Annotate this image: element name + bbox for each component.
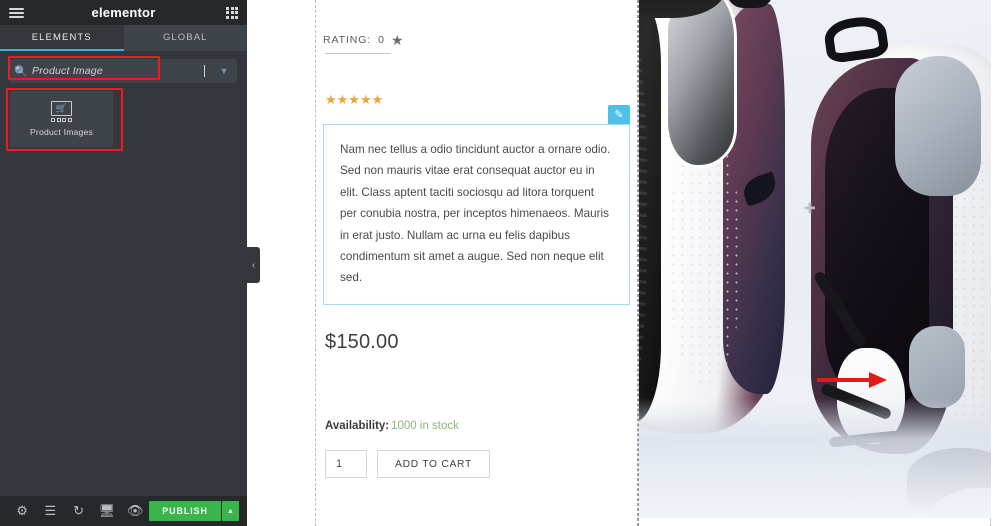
product-photo-sneakers[interactable]: ✚ [639,0,991,518]
tab-elements[interactable]: ELEMENTS [0,25,124,51]
rating-value: 0 [378,34,384,46]
text-editor-widget[interactable]: ✎ Nam nec tellus a odio tincidunt auctor… [323,105,630,305]
availability-label: Availability: [325,420,390,432]
apps-grid-icon[interactable] [226,6,238,19]
widget-results-list: 🛒 Product Images [0,89,247,496]
widget-search-area: 🔍 ▼ [0,51,247,89]
panel-collapse-handle[interactable]: ‹ [247,247,260,283]
search-icon: 🔍 [14,65,28,78]
caret-up-icon[interactable]: ▲ [221,501,239,521]
sneaker-left [639,0,785,434]
photo-floor-gradient [639,398,991,518]
star-filled-icon: ★ [390,32,404,48]
product-rating-widget[interactable]: RATING: 0 ★ [323,33,630,54]
star-rating-widget[interactable]: ★★★★★ [325,92,630,108]
elementor-logo: elementor [91,5,156,20]
add-to-cart-button[interactable]: ADD TO CART [377,450,490,478]
quantity-input[interactable]: 1 [325,450,367,478]
product-gallery-icon: 🛒 [51,101,72,122]
editor-canvas: RATING: 0 ★ ★★★★★ ✎ Nam nec tellus a odi… [247,0,1000,526]
tab-global[interactable]: GLOBAL [123,25,247,51]
search-row[interactable]: 🔍 ▼ [10,59,237,83]
settings-gear-icon[interactable]: ⚙ [8,503,36,519]
product-price: $150.00 [325,331,399,353]
responsive-mode-icon[interactable]: 🖥 [93,503,121,519]
hamburger-icon[interactable] [9,7,24,18]
elementor-panel: elementor ELEMENTS GLOBAL 🔍 ▼ 🛒 [0,0,247,526]
plus-icon: ✚ [804,200,816,216]
search-input[interactable] [32,65,204,77]
product-availability: Availability: 1000 in stock [325,420,630,432]
panel-header: elementor [0,0,247,25]
preview-eye-icon[interactable]: 👁 [121,503,149,519]
annotation-red-arrow [817,372,889,388]
chevron-down-icon[interactable]: ▼ [211,66,237,76]
widget-card-label: Product Images [30,126,93,137]
navigator-layers-icon[interactable]: ☰ [36,503,64,519]
panel-footer: ⚙ ☰ ↻ 🖥 👁 PUBLISH ▲ [0,496,247,526]
availability-stock: 1000 in stock [391,420,459,432]
product-info-column: RATING: 0 ★ ★★★★★ ✎ Nam nec tellus a odi… [316,0,637,526]
elementor-editor-window: elementor ELEMENTS GLOBAL 🔍 ▼ 🛒 [0,0,1000,526]
publish-button[interactable]: PUBLISH [149,501,221,521]
product-description-text: Nam nec tellus a odio tincidunt auctor a… [340,143,611,285]
pencil-edit-icon[interactable]: ✎ [608,105,630,124]
history-revisions-icon[interactable]: ↻ [65,503,93,519]
add-to-cart-widget: 1 ADD TO CART [325,450,630,478]
rating-underline [325,53,391,54]
widget-card-product-images[interactable]: 🛒 Product Images [10,91,113,147]
text-caret [204,65,205,77]
rating-label: RATING: [323,34,372,46]
product-image-column[interactable]: ✚ [638,0,1000,526]
panel-tabs: ELEMENTS GLOBAL [0,25,247,51]
